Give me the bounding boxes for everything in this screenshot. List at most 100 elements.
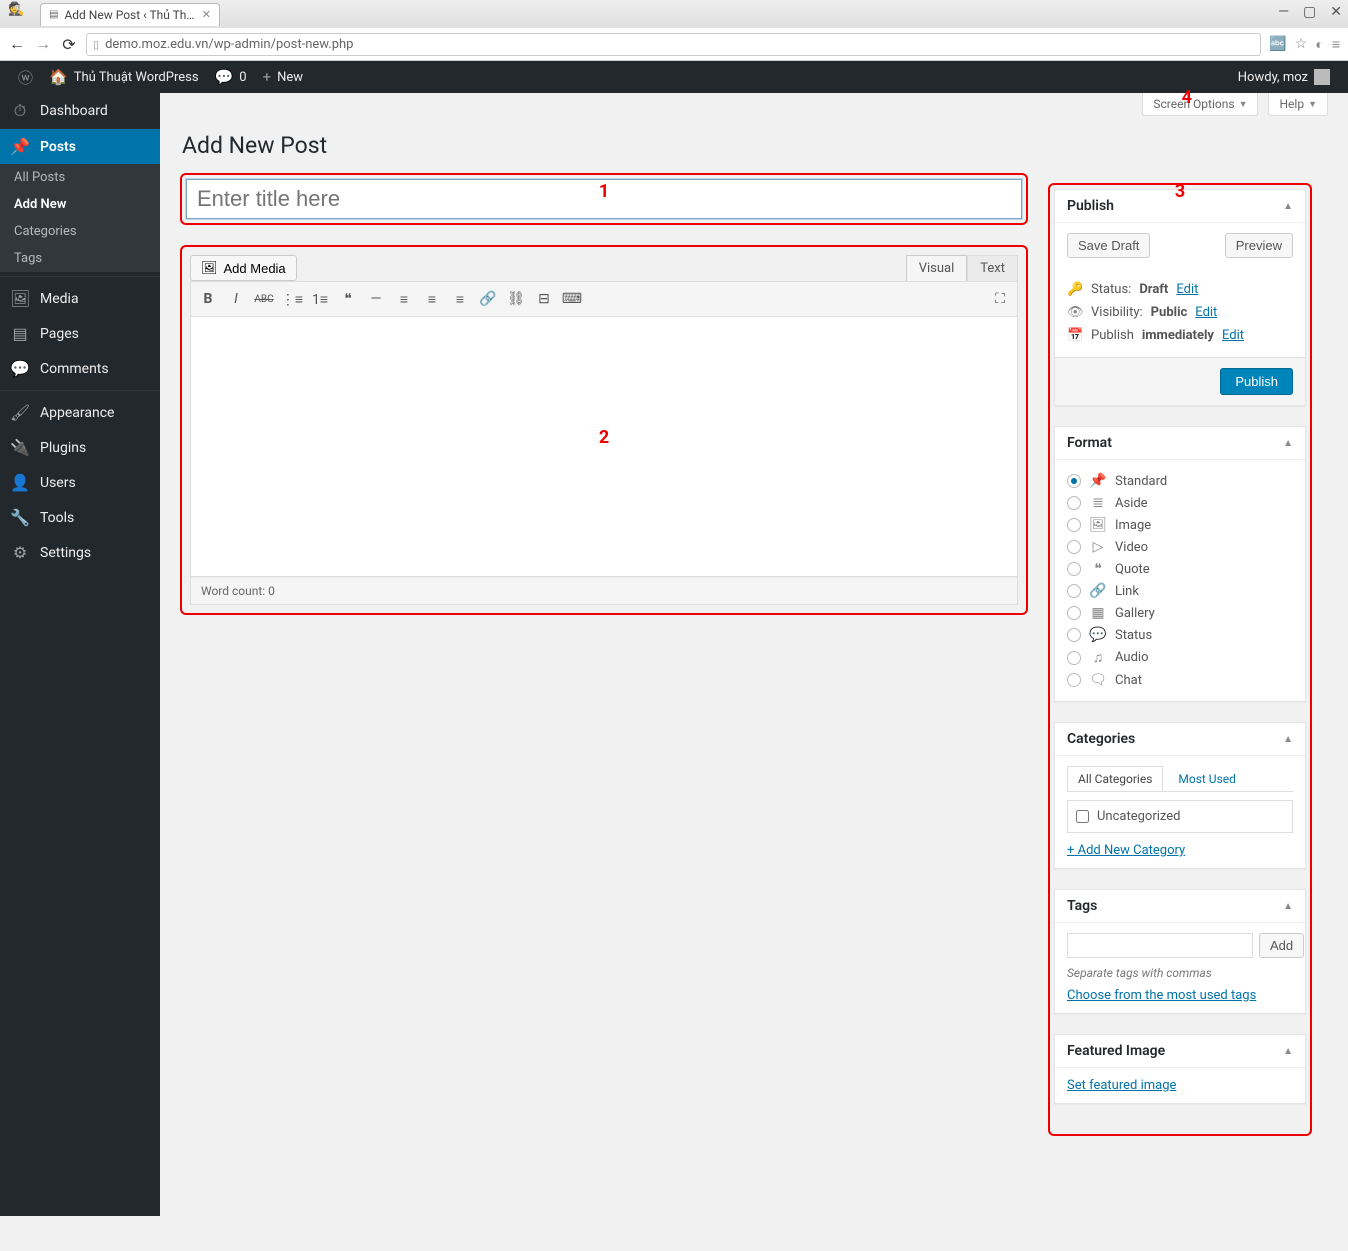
site-name-link[interactable]: 🏠Thủ Thuật WordPress bbox=[41, 68, 207, 86]
submenu-add-new[interactable]: Add New bbox=[0, 191, 160, 218]
profile-icon[interactable]: ◐ bbox=[1315, 36, 1323, 53]
menu-plugins[interactable]: 🔌Plugins bbox=[0, 430, 160, 465]
wp-logo[interactable]: ⓦ bbox=[10, 67, 41, 88]
menu-posts[interactable]: 📌Posts bbox=[0, 129, 160, 164]
radio-icon bbox=[1067, 651, 1081, 665]
bookmark-icon[interactable]: ☆ bbox=[1295, 36, 1308, 52]
window-minimize-icon[interactable]: — bbox=[1278, 4, 1289, 20]
submenu-categories[interactable]: Categories bbox=[0, 218, 160, 245]
format-option[interactable]: 💬Status bbox=[1067, 624, 1293, 646]
menu-tools[interactable]: 🔧Tools bbox=[0, 500, 160, 535]
edit-status-link[interactable]: Edit bbox=[1176, 282, 1198, 297]
menu-settings[interactable]: ⚙Settings bbox=[0, 535, 160, 570]
new-content-link[interactable]: +New bbox=[255, 68, 311, 86]
fullscreen-button[interactable]: ⛶ bbox=[987, 286, 1013, 312]
page-info-icon[interactable]: ▯ bbox=[93, 38, 99, 51]
status-line: 🔑Status: Draft Edit bbox=[1067, 278, 1293, 301]
browser-tab[interactable]: ▤ Add New Post ‹ Thủ Thuậ… ✕ bbox=[40, 3, 220, 26]
numbered-list-button[interactable]: 1≡ bbox=[307, 286, 333, 312]
close-tab-icon[interactable]: ✕ bbox=[202, 8, 211, 21]
incognito-icon: 🕵️ bbox=[8, 2, 32, 26]
back-icon[interactable]: ← bbox=[8, 34, 26, 54]
save-draft-button[interactable]: Save Draft bbox=[1067, 233, 1150, 258]
category-checklist: Uncategorized bbox=[1067, 800, 1293, 833]
editor-toolbar: B I ABC ⋮≡ 1≡ ❝ — ≡ ≡ ≡ 🔗 ⛓ ⊟ bbox=[190, 281, 1018, 317]
translate-icon[interactable]: 🔤 bbox=[1269, 36, 1286, 52]
readmore-button[interactable]: ⊟ bbox=[531, 286, 557, 312]
menu-dashboard[interactable]: ⏱Dashboard bbox=[0, 93, 160, 129]
window-close-icon[interactable]: ✕ bbox=[1330, 4, 1342, 20]
edit-schedule-link[interactable]: Edit bbox=[1222, 328, 1244, 343]
bold-button[interactable]: B bbox=[195, 286, 221, 312]
blockquote-button[interactable]: ❝ bbox=[335, 286, 361, 312]
tag-cloud-link[interactable]: Choose from the most used tags bbox=[1067, 988, 1293, 1003]
format-option[interactable]: 📌Standard bbox=[1067, 470, 1293, 492]
align-left-button[interactable]: ≡ bbox=[391, 286, 417, 312]
format-option[interactable]: ♫Audio bbox=[1067, 646, 1293, 669]
format-option[interactable]: 🖼Image bbox=[1067, 514, 1293, 536]
add-new-category-link[interactable]: + Add New Category bbox=[1067, 843, 1293, 858]
avatar-icon bbox=[1314, 69, 1330, 85]
cat-tab-most-used[interactable]: Most Used bbox=[1167, 766, 1247, 791]
format-title: Format bbox=[1067, 435, 1112, 451]
reload-icon[interactable]: ⟳ bbox=[60, 35, 78, 54]
align-center-button[interactable]: ≡ bbox=[419, 286, 445, 312]
format-label: Video bbox=[1115, 540, 1148, 555]
menu-icon[interactable]: ≡ bbox=[1332, 36, 1340, 53]
menu-media[interactable]: 🖼Media bbox=[0, 276, 160, 316]
category-checkbox[interactable] bbox=[1076, 810, 1089, 823]
format-option[interactable]: ▦Gallery bbox=[1067, 602, 1293, 624]
strikethrough-button[interactable]: ABC bbox=[251, 286, 277, 312]
edit-visibility-link[interactable]: Edit bbox=[1195, 305, 1217, 320]
help-toggle[interactable]: Help▼ bbox=[1268, 93, 1328, 116]
format-option[interactable]: ≣Aside bbox=[1067, 492, 1293, 514]
cat-tab-all[interactable]: All Categories bbox=[1067, 766, 1163, 791]
toggle-icon[interactable]: ▲ bbox=[1283, 734, 1293, 745]
screen-options-toggle[interactable]: Screen Options▼ bbox=[1142, 93, 1258, 116]
link-button[interactable]: 🔗 bbox=[475, 286, 501, 312]
radio-icon bbox=[1067, 518, 1081, 532]
tag-input[interactable] bbox=[1067, 933, 1253, 958]
add-tag-button[interactable]: Add bbox=[1259, 933, 1304, 958]
editor-content[interactable]: 2 bbox=[190, 317, 1018, 577]
visibility-icon: 👁 bbox=[1067, 305, 1083, 320]
menu-pages[interactable]: ▤Pages bbox=[0, 316, 160, 351]
bullet-list-button[interactable]: ⋮≡ bbox=[279, 286, 305, 312]
toggle-icon[interactable]: ▲ bbox=[1283, 901, 1293, 912]
format-label: Standard bbox=[1115, 474, 1167, 489]
italic-button[interactable]: I bbox=[223, 286, 249, 312]
tab-text[interactable]: Text bbox=[967, 255, 1018, 281]
toggle-icon[interactable]: ▲ bbox=[1283, 1046, 1293, 1057]
format-icon: ≣ bbox=[1089, 495, 1107, 511]
submenu-all-posts[interactable]: All Posts bbox=[0, 164, 160, 191]
toggle-icon[interactable]: ▲ bbox=[1283, 438, 1293, 449]
format-option[interactable]: ▷Video bbox=[1067, 536, 1293, 558]
my-account[interactable]: Howdy, moz bbox=[1230, 69, 1338, 85]
toolbar-toggle-button[interactable]: ⌨ bbox=[559, 286, 585, 312]
publish-button[interactable]: Publish bbox=[1220, 368, 1293, 395]
add-media-button[interactable]: 🖼Add Media bbox=[190, 255, 297, 281]
format-option[interactable]: 🔗Link bbox=[1067, 580, 1293, 602]
submenu-tags[interactable]: Tags bbox=[0, 245, 160, 272]
annotation-4: 4 bbox=[1182, 87, 1192, 108]
unlink-button[interactable]: ⛓ bbox=[503, 286, 529, 312]
comments-link[interactable]: 💬0 bbox=[207, 68, 255, 86]
format-label: Image bbox=[1115, 518, 1151, 533]
category-uncategorized[interactable]: Uncategorized bbox=[1076, 809, 1284, 824]
align-right-button[interactable]: ≡ bbox=[447, 286, 473, 312]
format-option[interactable]: 🗨Chat bbox=[1067, 669, 1293, 691]
menu-users[interactable]: 👤Users bbox=[0, 465, 160, 500]
hr-button[interactable]: — bbox=[363, 286, 389, 312]
tag-hint: Separate tags with commas bbox=[1067, 966, 1293, 980]
toggle-icon[interactable]: ▲ bbox=[1283, 201, 1293, 212]
format-option[interactable]: ❝Quote bbox=[1067, 558, 1293, 580]
forward-icon[interactable]: → bbox=[34, 34, 52, 54]
window-maximize-icon[interactable]: ▢ bbox=[1303, 4, 1316, 20]
format-icon: 🗨 bbox=[1089, 672, 1107, 688]
menu-comments[interactable]: 💬Comments bbox=[0, 351, 160, 386]
set-featured-image-link[interactable]: Set featured image bbox=[1067, 1078, 1293, 1093]
address-bar[interactable]: ▯ demo.moz.edu.vn/wp-admin/post-new.php bbox=[86, 33, 1261, 56]
menu-appearance[interactable]: 🖌Appearance bbox=[0, 390, 160, 430]
tab-visual[interactable]: Visual bbox=[906, 255, 968, 281]
preview-button[interactable]: Preview bbox=[1225, 233, 1293, 258]
